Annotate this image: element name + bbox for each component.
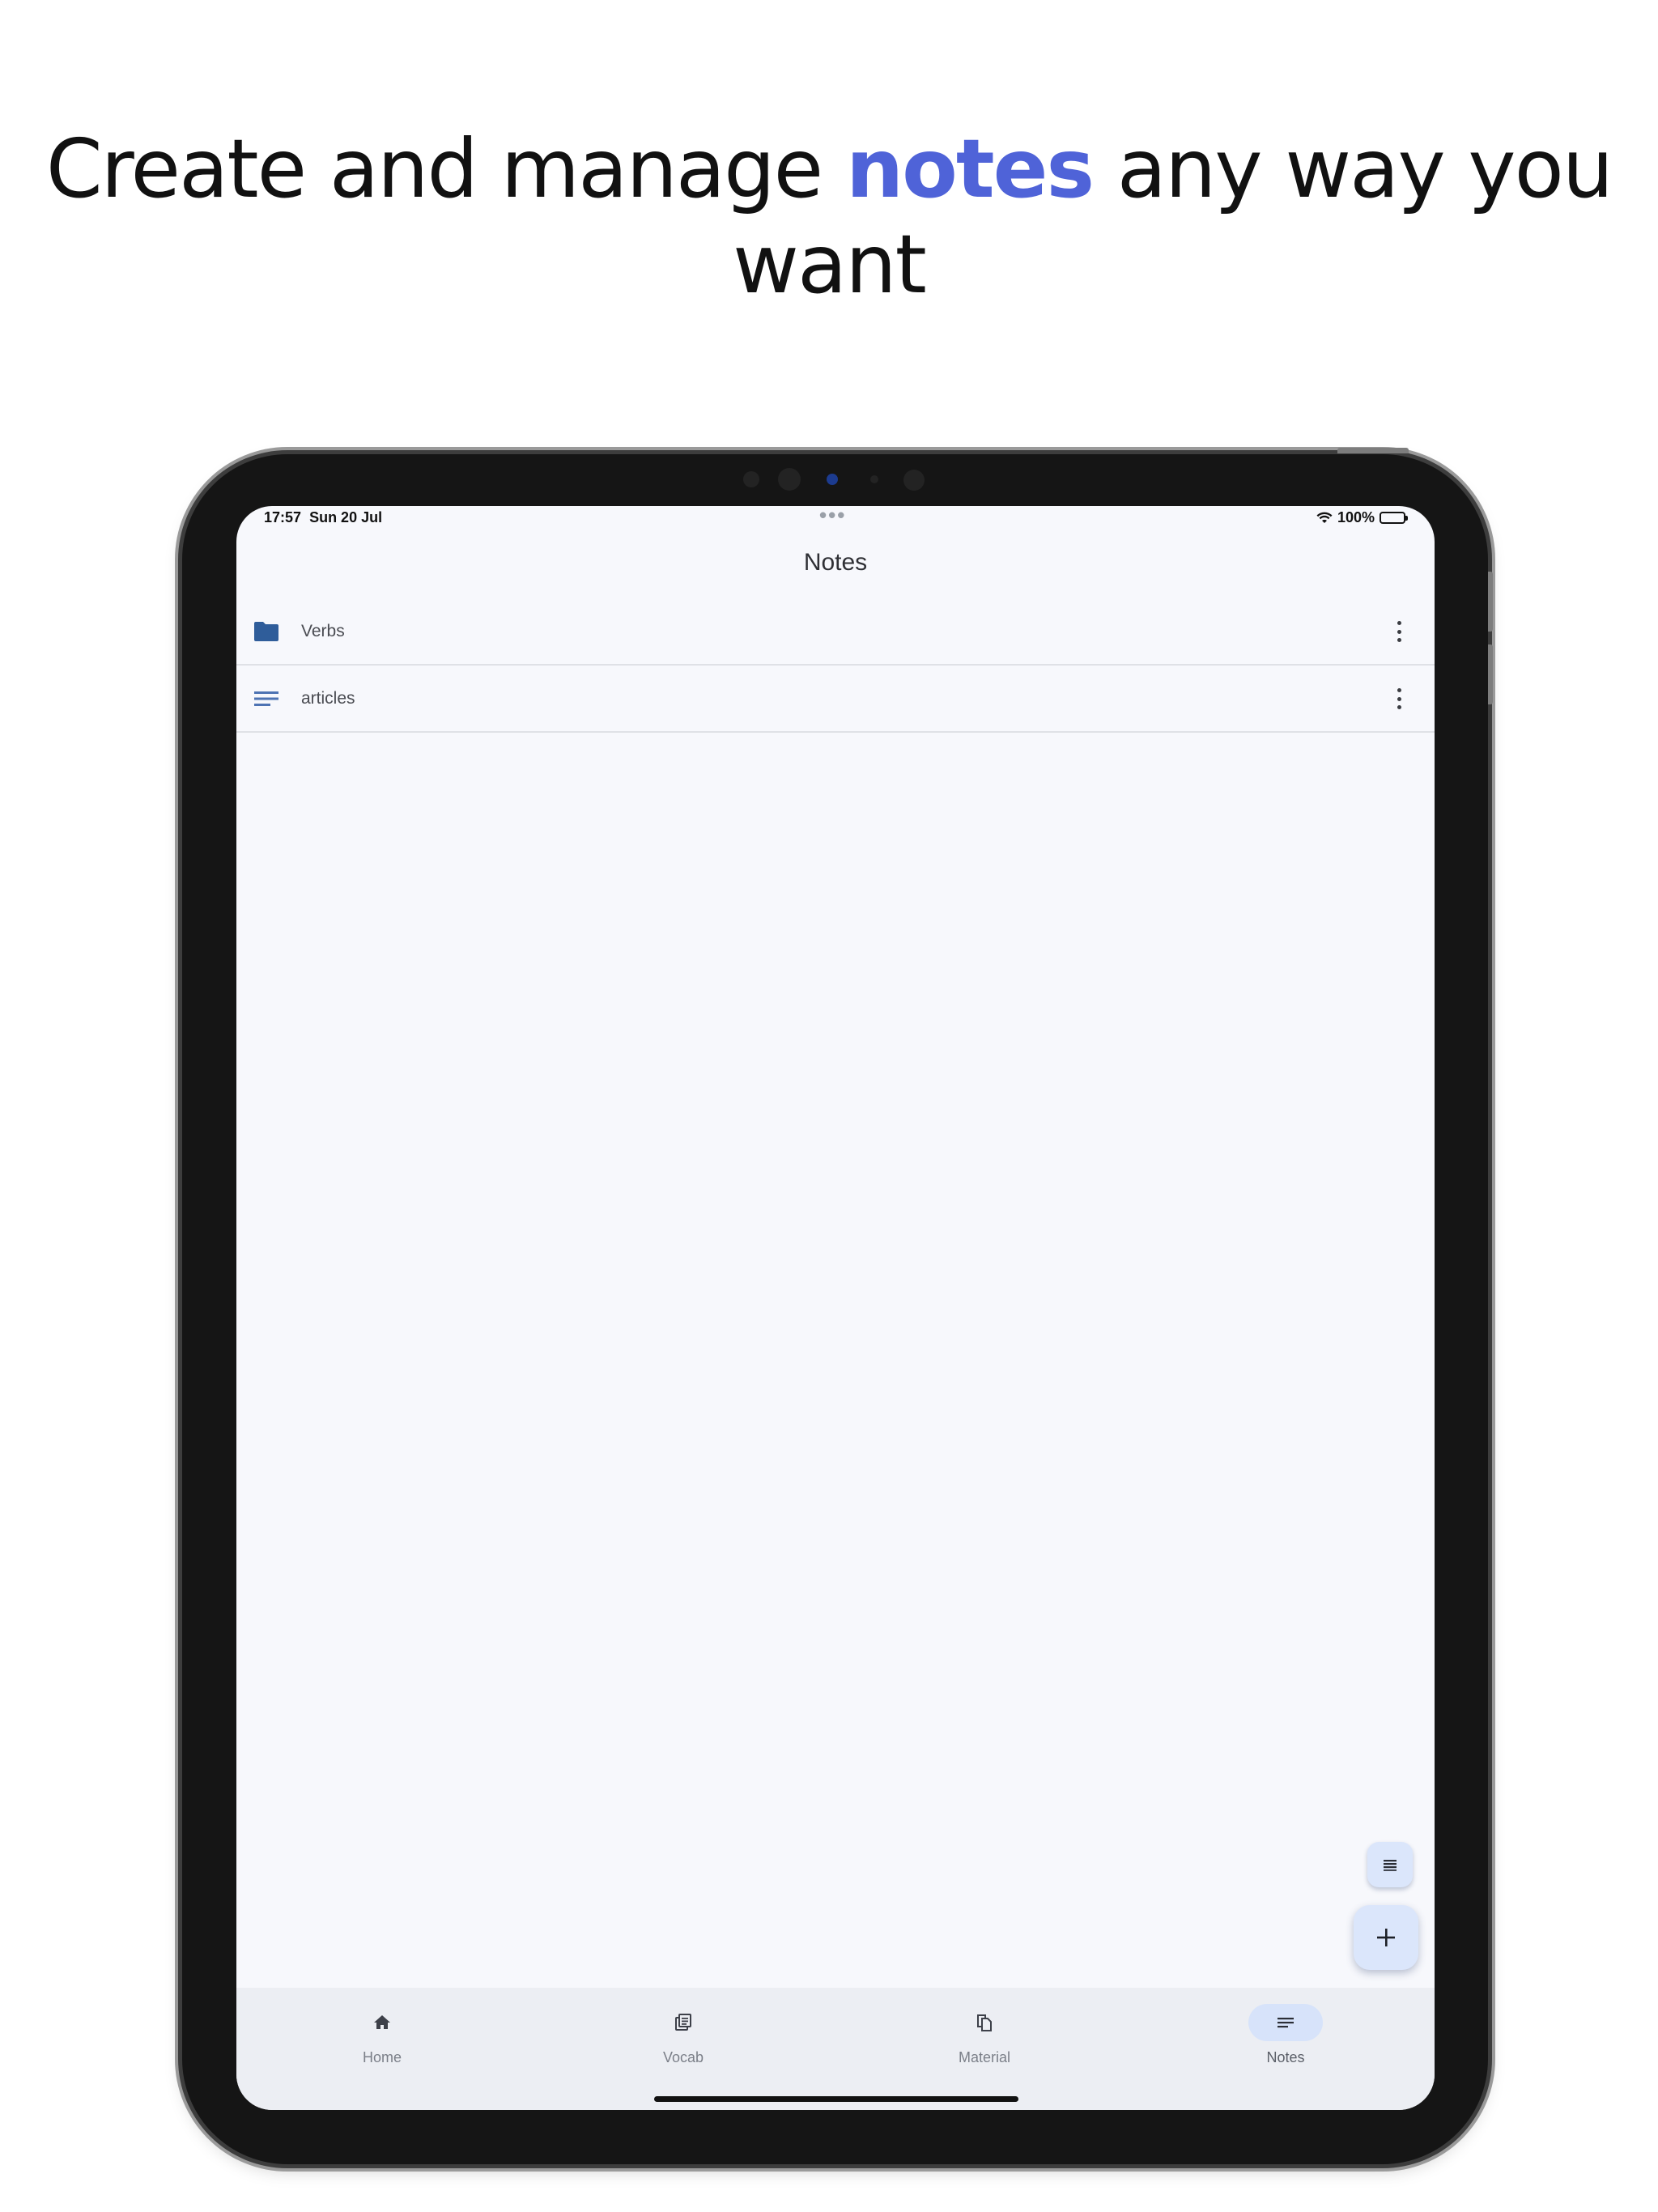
status-date: Sun 20 Jul	[309, 509, 383, 525]
nav-icon-container	[1248, 2004, 1323, 2041]
flood-sensor	[903, 470, 925, 491]
nav-item-home[interactable]: Home	[301, 1988, 463, 2093]
bottom-navigation: Home Vocab Material Notes	[236, 1988, 1435, 2110]
volume-up-button	[1488, 572, 1493, 632]
status-clock: 17:57	[264, 509, 302, 525]
battery-icon	[1380, 512, 1408, 524]
headline-text-before: Create and manage	[45, 121, 846, 216]
nav-label: Material	[958, 2049, 1011, 2065]
folder-icon	[254, 622, 278, 641]
marketing-headline: Create and manage notes any way you want	[0, 121, 1658, 313]
page-title: Notes	[803, 549, 868, 576]
camera-indicator	[827, 474, 838, 485]
top-button	[1337, 448, 1409, 453]
battery-percentage: 100%	[1337, 509, 1375, 525]
multitasking-dots-icon[interactable]: •••	[819, 506, 846, 528]
volume-down-button	[1488, 644, 1493, 704]
more-options-icon[interactable]	[1396, 687, 1402, 711]
plus-icon	[1377, 1929, 1395, 1946]
nav-icon-container	[646, 2004, 721, 2041]
nav-label: Vocab	[662, 2049, 704, 2065]
nav-icon-container	[947, 2004, 1022, 2041]
list-item-label: articles	[301, 688, 355, 708]
nav-item-vocab[interactable]: Vocab	[602, 1988, 764, 2093]
more-options-icon[interactable]	[1396, 619, 1402, 644]
headline-highlight: notes	[845, 121, 1095, 216]
list-item-folder-verbs[interactable]: Verbs	[236, 598, 1435, 666]
nav-label: Notes	[1266, 2049, 1305, 2065]
list-icon	[1384, 1860, 1397, 1871]
notes-list: Verbs articles	[236, 598, 1435, 733]
notes-icon	[1278, 2018, 1294, 2028]
status-time: 17:57 Sun 20 Jul	[264, 509, 382, 526]
app-screen: 17:57 Sun 20 Jul ••• 100% Notes Verbs ar…	[236, 506, 1435, 2110]
material-icon	[977, 2014, 992, 2031]
nav-item-material[interactable]: Material	[903, 1988, 1065, 2093]
add-note-fab[interactable]	[1354, 1905, 1418, 1970]
home-indicator[interactable]	[654, 2096, 1018, 2102]
sensor-dot	[870, 475, 878, 483]
note-lines-icon	[254, 691, 278, 706]
vocab-icon	[675, 2014, 691, 2031]
home-icon	[374, 2015, 390, 2029]
nav-label: Home	[362, 2049, 402, 2065]
status-bar: 17:57 Sun 20 Jul ••• 100%	[236, 506, 1435, 535]
wifi-icon	[1316, 512, 1333, 523]
camera-lens	[778, 468, 801, 491]
view-mode-fab[interactable]	[1367, 1842, 1413, 1887]
status-indicators: 100%	[1316, 509, 1408, 526]
sensor-dot	[743, 471, 759, 487]
list-item-note-articles[interactable]: articles	[236, 666, 1435, 733]
nav-icon-container	[345, 2004, 419, 2041]
nav-item-notes[interactable]: Notes	[1205, 1988, 1367, 2093]
list-item-label: Verbs	[301, 621, 345, 640]
